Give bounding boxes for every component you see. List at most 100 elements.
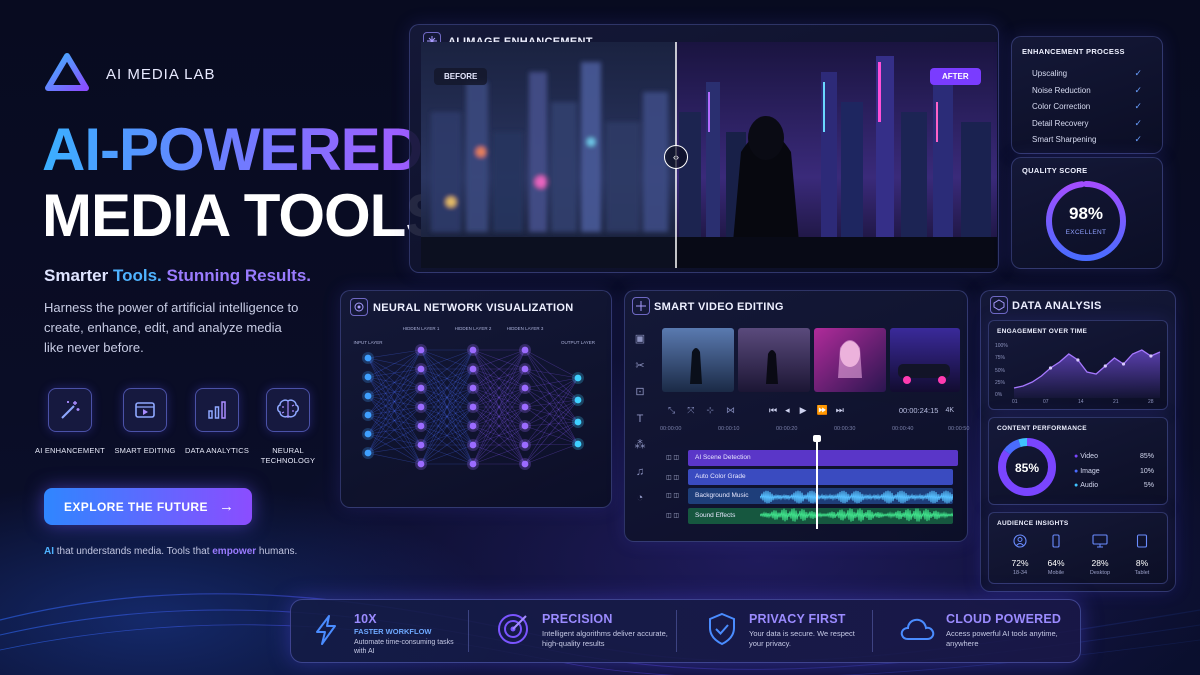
engagement-x-axis: 01 07 14 21 28: [1012, 399, 1162, 407]
brain-icon: [277, 399, 299, 418]
hero-title-line2: MEDIA TOOLS: [42, 182, 445, 249]
process-step: Noise Reduction: [1032, 86, 1091, 95]
tag-empower: empower: [212, 546, 257, 557]
feature-neural-technology[interactable]: NEURAL TECHNOLOGY: [243, 388, 333, 466]
subtitle-icon[interactable]: ⊡: [630, 379, 650, 406]
player-controls: ⤡ ⤧ ⊹ ⋈ ⏮ ◂ ▶ ⏩ ⏭ 00:00:24:15 4K: [662, 400, 960, 420]
play-icon[interactable]: ▶: [800, 405, 807, 416]
neuron-node: [364, 373, 372, 381]
video-resolution: 4K: [945, 406, 954, 414]
speed-icon[interactable]: ◔: [630, 485, 650, 512]
audience-value: 8%: [1135, 558, 1149, 568]
audience-value: 28%: [1091, 558, 1109, 568]
stat-text: Intelligent algorithms deliver accurate,…: [542, 629, 668, 648]
neuron-node: [574, 374, 582, 382]
explore-button[interactable]: EXPLORE THE FUTURE →: [44, 488, 252, 525]
tag-ai: AI: [44, 546, 54, 557]
audience-desktop: 28% Desktop: [1078, 534, 1122, 576]
tag-text-end: humans.: [256, 546, 298, 557]
comparison-slider-handle[interactable]: ‹›: [664, 145, 688, 169]
video-toolbar: ▣ ✂ ⊡ T ⁂ ♫ ◔: [630, 326, 650, 526]
playhead[interactable]: [816, 437, 818, 529]
check-icon: ✓: [1134, 85, 1142, 95]
process-step: Smart Sharpening: [1032, 135, 1097, 144]
layer-label: HIDDEN LAYER 3: [507, 326, 544, 331]
ruler-tick: 00:00:40: [892, 426, 914, 432]
track-scene-detection[interactable]: AI Scene Detection: [688, 450, 958, 466]
effects-icon[interactable]: ⁂: [630, 432, 650, 459]
lightning-icon: [316, 615, 336, 645]
after-badge: AFTER: [930, 68, 981, 85]
y-tick: 0%: [995, 392, 1003, 399]
tagline-part1: Smarter: [44, 266, 113, 285]
legend-name: Video: [1080, 453, 1098, 460]
neuron-node: [469, 384, 477, 392]
playhead-handle[interactable]: [812, 435, 821, 442]
video-thumbnails[interactable]: [662, 328, 960, 392]
track-controls[interactable]: ◫ ◫: [666, 474, 679, 481]
divider: [468, 610, 469, 652]
skip-back-icon[interactable]: ⏮: [769, 405, 777, 416]
track-controls[interactable]: ◫ ◫: [666, 454, 679, 461]
track-color-grade[interactable]: Auto Color Grade: [688, 469, 953, 485]
neuron-node: [469, 365, 477, 373]
stat-sub: FASTER WORKFLOW: [354, 627, 432, 636]
x-tick: 07: [1043, 399, 1049, 405]
check-icon: ✓: [1134, 118, 1142, 128]
content-legend: ● Video 85% ● Image 10% ● Audio 5%: [1074, 450, 1154, 494]
neuron-node: [574, 396, 582, 404]
before-badge: BEFORE: [434, 68, 488, 85]
track-controls[interactable]: ◫ ◫: [666, 512, 679, 519]
scissors-icon[interactable]: ✂: [630, 353, 650, 380]
x-tick: 21: [1113, 399, 1119, 405]
stat-text: Your data is secure. We respect your pri…: [749, 629, 855, 648]
audience-value: 64%: [1047, 558, 1065, 568]
neuron-node: [417, 422, 425, 430]
layout-icon[interactable]: ▣: [630, 326, 650, 353]
engagement-point: [1076, 358, 1080, 362]
brand-logo[interactable]: [44, 52, 90, 99]
brand-name: AI MEDIA LAB: [106, 66, 216, 83]
forward-icon[interactable]: ⏩: [817, 405, 828, 416]
neuron-node: [574, 440, 582, 448]
shield-icon: [709, 612, 735, 646]
triangle-logo-icon: [45, 53, 89, 91]
hero-description: Harness the power of artificial intellig…: [44, 300, 299, 355]
video-timecode: 00:00:24:15: [898, 405, 939, 415]
music-icon[interactable]: ♫: [630, 459, 650, 486]
desktop-icon: [1092, 534, 1108, 548]
split-icon[interactable]: ⋈: [726, 405, 735, 416]
skip-forward-icon[interactable]: ⏭: [836, 405, 844, 416]
text-icon[interactable]: T: [630, 406, 650, 433]
audience-label: Desktop: [1089, 570, 1111, 576]
neuron-node: [521, 346, 529, 354]
tablet-icon: [1136, 534, 1148, 548]
network-icon: [350, 298, 368, 316]
y-tick: 50%: [995, 367, 1006, 374]
stat-head: PRIVACY FIRST: [749, 612, 846, 626]
crop-icon[interactable]: ⤧: [687, 405, 694, 416]
engagement-point: [1121, 362, 1126, 366]
audience-mobile: 64% Mobile: [1034, 534, 1078, 576]
fit-icon[interactable]: ⤡: [668, 405, 675, 416]
engagement-point: [1048, 366, 1053, 370]
neuron-node: [521, 460, 529, 468]
hero-tagline: Smarter Tools. Stunning Results.: [44, 266, 311, 286]
comparison-image[interactable]: [421, 42, 997, 268]
cloud-icon: [900, 618, 935, 640]
layer-label: HIDDEN LAYER 2: [455, 326, 492, 331]
legend-value: 10%: [1139, 467, 1154, 475]
track-controls[interactable]: ◫ ◫: [666, 492, 679, 499]
stat-text: Access powerful AI tools anytime, anywhe…: [946, 629, 1058, 648]
bar-chart-icon: [208, 401, 226, 419]
zoom-icon[interactable]: ⊹: [706, 405, 714, 416]
stat-cloud: CLOUD POWERED Access powerful AI tools a…: [946, 612, 1076, 649]
neuron-node: [521, 365, 529, 373]
x-tick: 14: [1078, 399, 1084, 405]
rewind-icon[interactable]: ◂: [785, 405, 790, 416]
neural-network-graph: INPUT LAYER HIDDEN LAYER 1 HIDDEN LAYER 2 H…: [353, 326, 596, 470]
engagement-point: [1149, 354, 1153, 358]
quality-value: 98%: [1068, 204, 1104, 223]
divider: [872, 610, 873, 652]
process-step: Detail Recovery: [1032, 119, 1089, 128]
